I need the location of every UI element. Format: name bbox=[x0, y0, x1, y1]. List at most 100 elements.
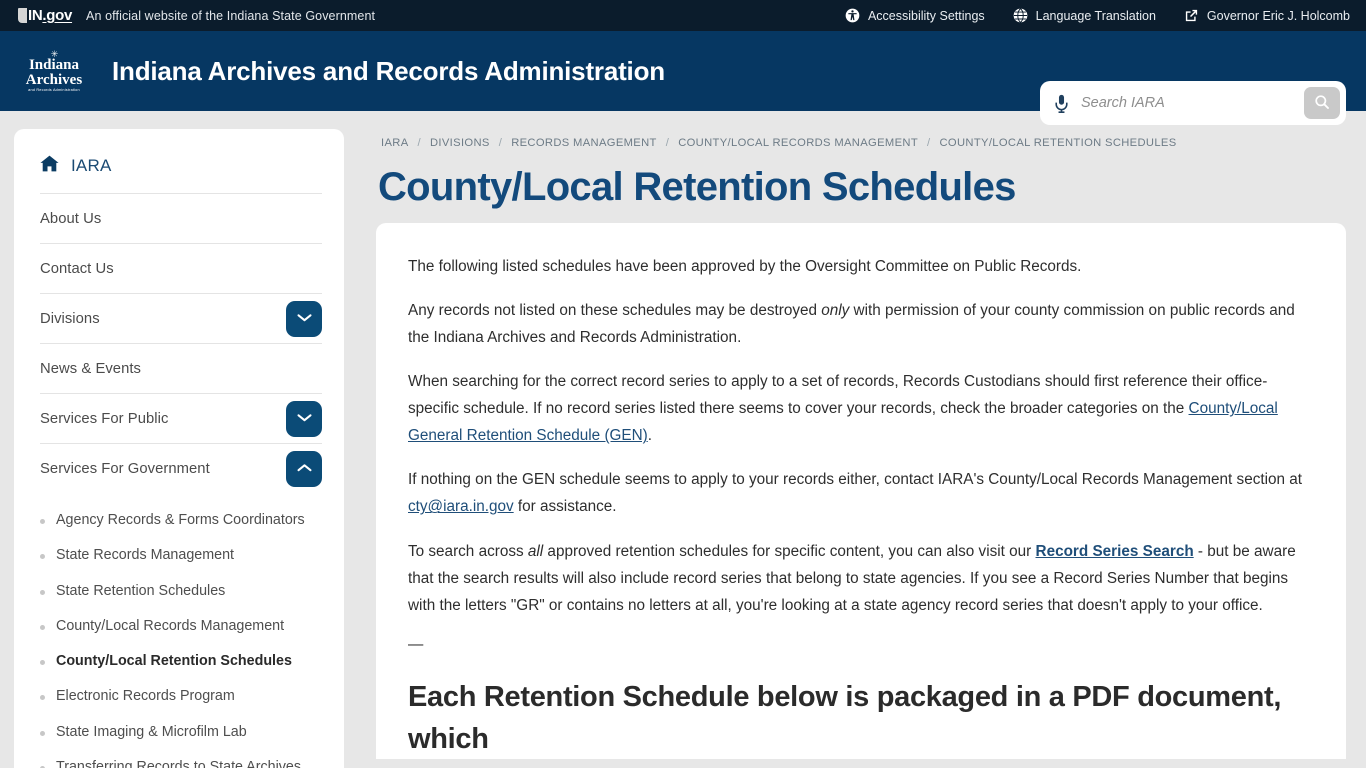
sidebar-subitem-label: County/Local Records Management bbox=[56, 617, 285, 634]
paragraph-5-text-b: approved retention schedules for specifi… bbox=[543, 542, 1036, 560]
language-translation-link[interactable]: Language Translation bbox=[1013, 8, 1156, 23]
bullet-icon bbox=[40, 660, 45, 666]
ingov-logo-gov: .gov bbox=[42, 7, 73, 24]
breadcrumb-separator: / bbox=[498, 137, 503, 149]
external-link-icon bbox=[1184, 8, 1199, 23]
chevron-down-icon bbox=[296, 411, 312, 426]
breadcrumb-item-records-management[interactable]: RECORDS MANAGEMENT bbox=[511, 137, 657, 149]
sidebar-item-label: Divisions bbox=[40, 310, 100, 327]
microphone-icon[interactable] bbox=[1054, 94, 1069, 113]
bullet-icon bbox=[40, 589, 45, 595]
sidebar-subitem-label: Transferring Records to State Archives bbox=[56, 759, 302, 768]
logo-line-subtitle: and Records Administration bbox=[28, 87, 80, 92]
paragraph-destroy-permission: Any records not listed on these schedule… bbox=[408, 297, 1310, 351]
accessibility-settings-label: Accessibility Settings bbox=[867, 8, 985, 23]
sidebar-item-label: News & Events bbox=[40, 360, 141, 377]
search-bar bbox=[1040, 81, 1346, 125]
iara-logo[interactable]: ✳ Indiana Archives and Records Administr… bbox=[18, 46, 90, 96]
paragraph-approved-schedules: The following listed schedules have been… bbox=[408, 253, 1310, 280]
official-site-tagline: An official website of the Indiana State… bbox=[86, 8, 376, 23]
sidebar-subitem-county-local-records-management[interactable]: County/Local Records Management bbox=[40, 609, 322, 644]
paragraph-record-series-search: To search across all approved retention … bbox=[408, 538, 1310, 619]
breadcrumb-item-iara[interactable]: IARA bbox=[381, 137, 409, 149]
site-header: ✳ Indiana Archives and Records Administr… bbox=[0, 31, 1366, 125]
logo-starburst-icon: ✳ bbox=[50, 48, 58, 59]
bullet-icon bbox=[40, 554, 45, 560]
breadcrumb: IARA / DIVISIONS / RECORDS MANAGEMENT / … bbox=[376, 129, 1346, 153]
breadcrumb-separator: / bbox=[665, 137, 670, 149]
sidebar-subitem-label: County/Local Retention Schedules bbox=[56, 653, 292, 670]
sidebar-home-label: IARA bbox=[71, 156, 112, 175]
cty-email-link[interactable]: cty@iara.in.gov bbox=[408, 498, 514, 515]
ingov-logo[interactable]: IN .gov bbox=[18, 7, 72, 24]
bullet-icon bbox=[40, 624, 45, 630]
services-for-public-expand-button[interactable] bbox=[286, 400, 322, 437]
language-translation-label: Language Translation bbox=[1035, 8, 1156, 23]
governor-link[interactable]: Governor Eric J. Holcomb bbox=[1184, 8, 1350, 23]
paragraph-5-emphasis: all bbox=[527, 542, 544, 560]
site-title: Indiana Archives and Records Administrat… bbox=[112, 55, 665, 86]
paragraph-3-text-b: . bbox=[647, 427, 653, 445]
sidebar-subitem-state-retention-schedules[interactable]: State Retention Schedules bbox=[40, 574, 322, 609]
sidebar-item-services-for-government[interactable]: Services For Government bbox=[40, 443, 322, 493]
paragraph-4-text-a: If nothing on the GEN schedule seems to … bbox=[408, 471, 1303, 489]
page-title: County/Local Retention Schedules bbox=[378, 165, 1016, 209]
chevron-up-icon bbox=[296, 461, 312, 476]
sidebar-item-label: Services For Government bbox=[40, 460, 210, 477]
paragraph-3-text-a: When searching for the correct record se… bbox=[408, 373, 1268, 418]
logo-line-archives: Archives bbox=[25, 71, 83, 88]
divisions-expand-button[interactable] bbox=[286, 300, 322, 337]
sidebar-subitem-state-imaging-microfilm-lab[interactable]: State Imaging & Microfilm Lab bbox=[40, 715, 322, 750]
accessibility-icon bbox=[845, 8, 860, 23]
globe-icon bbox=[1013, 8, 1028, 23]
accessibility-settings-link[interactable]: Accessibility Settings bbox=[845, 8, 985, 23]
chevron-down-icon bbox=[296, 311, 312, 326]
content-separator: — bbox=[408, 635, 424, 653]
sidebar-subitem-agency-records-forms-coordinators[interactable]: Agency Records & Forms Coordinators bbox=[40, 503, 322, 538]
sidebar-item-news-events[interactable]: News & Events bbox=[40, 343, 322, 393]
sidebar-item-label: Contact Us bbox=[40, 260, 114, 277]
paragraph-4-text-b: for assistance. bbox=[513, 498, 617, 516]
services-for-government-collapse-button[interactable] bbox=[286, 450, 322, 487]
paragraph-2-emphasis: only bbox=[821, 302, 850, 320]
page-body: IARA About Us Contact Us Divisions News … bbox=[0, 111, 1366, 768]
sidebar-subitem-label: State Records Management bbox=[56, 547, 235, 564]
sidebar-submenu: Agency Records & Forms Coordinators Stat… bbox=[40, 493, 322, 768]
paragraph-1-text: The following listed schedules have been… bbox=[408, 258, 1082, 275]
breadcrumb-separator: / bbox=[417, 137, 421, 149]
bullet-icon bbox=[40, 695, 45, 701]
sidebar-item-iara-home[interactable]: IARA bbox=[40, 147, 322, 193]
bullet-icon bbox=[40, 519, 45, 524]
sidebar-subitem-label: State Imaging & Microfilm Lab bbox=[56, 723, 247, 740]
sidebar-subitem-state-records-management[interactable]: State Records Management bbox=[40, 538, 322, 573]
search-input[interactable] bbox=[1069, 95, 1304, 111]
sidebar-subitem-label: Agency Records & Forms Coordinators bbox=[56, 512, 305, 528]
sidebar-item-services-for-public[interactable]: Services For Public bbox=[40, 393, 322, 443]
sidebar-item-divisions[interactable]: Divisions bbox=[40, 293, 322, 343]
paragraph-record-series-guidance: When searching for the correct record se… bbox=[408, 368, 1310, 449]
sidebar-item-about-us[interactable]: About Us bbox=[40, 193, 322, 243]
paragraph-contact-iara: If nothing on the GEN schedule seems to … bbox=[408, 466, 1310, 520]
sidebar-item-contact-us[interactable]: Contact Us bbox=[40, 243, 322, 293]
content-card: The following listed schedules have been… bbox=[376, 223, 1346, 759]
ingov-logo-in: IN bbox=[28, 7, 43, 24]
sidebar-item-label: About Us bbox=[40, 210, 102, 227]
paragraph-5-text-a: To search across bbox=[408, 542, 528, 560]
ingov-flag-icon bbox=[18, 8, 27, 23]
breadcrumb-item-divisions[interactable]: DIVISIONS bbox=[430, 137, 490, 149]
sidebar-item-label: Services For Public bbox=[40, 410, 169, 427]
sidebar-subitem-label: Electronic Records Program bbox=[56, 688, 235, 705]
governor-label: Governor Eric J. Holcomb bbox=[1206, 8, 1350, 23]
sidebar-subitem-county-local-retention-schedules[interactable]: County/Local Retention Schedules bbox=[40, 644, 322, 679]
breadcrumb-separator: / bbox=[927, 137, 931, 149]
main-content: IARA / DIVISIONS / RECORDS MANAGEMENT / … bbox=[344, 129, 1346, 768]
sidebar-subitem-transferring-records-to-state-archives[interactable]: Transferring Records to State Archives bbox=[40, 750, 322, 768]
sidebar-subitem-label: State Retention Schedules bbox=[56, 582, 226, 599]
breadcrumb-item-county-local-records-management[interactable]: COUNTY/LOCAL RECORDS MANAGEMENT bbox=[678, 137, 918, 149]
sidebar-navigation: IARA About Us Contact Us Divisions News … bbox=[14, 129, 344, 768]
record-series-search-link[interactable]: Record Series Search bbox=[1036, 543, 1194, 560]
sidebar-subitem-electronic-records-program[interactable]: Electronic Records Program bbox=[40, 679, 322, 714]
utility-links: Accessibility Settings Language Translat… bbox=[845, 8, 1350, 23]
breadcrumb-item-current: COUNTY/LOCAL RETENTION SCHEDULES bbox=[939, 137, 1177, 149]
search-submit-button[interactable] bbox=[1304, 87, 1340, 119]
